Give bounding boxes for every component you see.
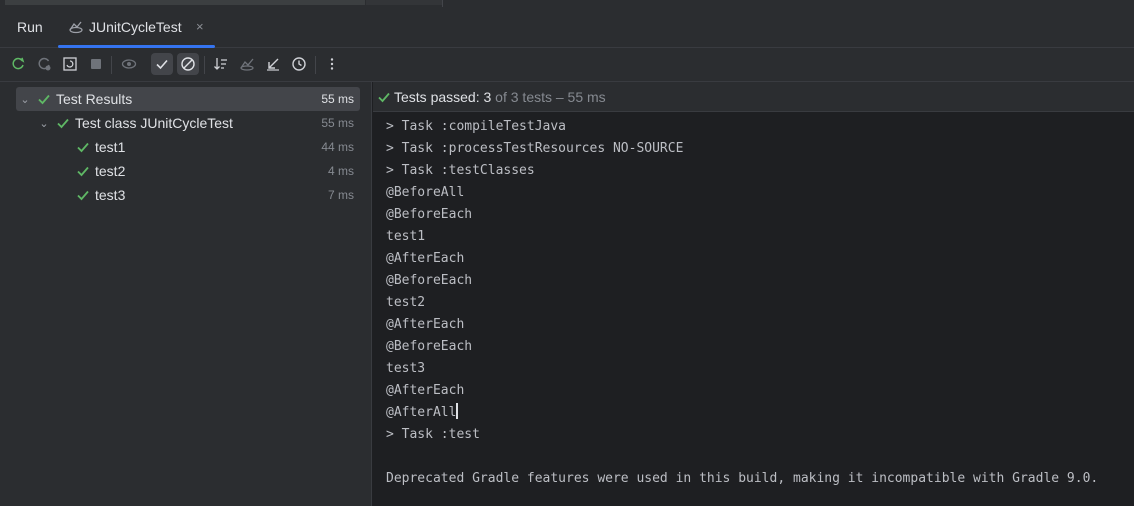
passed-check-icon: [378, 92, 390, 103]
tool-window-tabbar: Run JUnitCycleTest ×: [0, 7, 1134, 48]
show-ignored-icon[interactable]: [118, 53, 140, 75]
passed-check-icon: [77, 166, 89, 177]
toolbar-separator: [204, 56, 205, 74]
tree-row-time: 44 ms: [321, 140, 354, 154]
divider: [442, 0, 443, 7]
sort-icon[interactable]: [210, 53, 232, 75]
console-line: @BeforeEach: [386, 339, 473, 354]
import-tests-icon[interactable]: [236, 53, 258, 75]
show-ignored-toggle-icon[interactable]: [177, 53, 199, 75]
console-line: @BeforeEach: [386, 207, 473, 222]
junit-run-config-icon: [68, 20, 84, 34]
console-panel: Tests passed: 3 of 3 tests – 55 ms > Tas…: [373, 82, 1134, 506]
console-line: @AfterEach: [386, 251, 465, 266]
tree-row-time: 55 ms: [321, 92, 354, 106]
tree-row-label: test3: [95, 187, 126, 203]
console-line: @AfterEach: [386, 383, 465, 398]
tree-row-test-results[interactable]: ⌄ Test Results 55 ms: [16, 87, 360, 111]
close-icon[interactable]: ×: [196, 19, 204, 34]
console-line: > Task :testClasses: [386, 163, 535, 178]
console-line: @AfterAll: [386, 403, 458, 420]
expand-icon[interactable]: [262, 53, 284, 75]
top-strip: [0, 0, 1134, 7]
tree-row-time: 4 ms: [327, 164, 354, 178]
tree-row-test1[interactable]: test1 44 ms: [16, 135, 360, 159]
toolbar-separator: [315, 56, 316, 74]
console-line: test3: [386, 361, 426, 376]
test-runner-toolbar: [0, 48, 1134, 82]
console-line: test1: [386, 229, 426, 244]
console-line: > Task :compileTestJava: [386, 119, 567, 134]
console-line: @AfterEach: [386, 317, 465, 332]
console-output[interactable]: > Task :compileTestJava > Task :processTe…: [386, 116, 1098, 490]
tree-row-test2[interactable]: test2 4 ms: [16, 159, 360, 183]
tree-row-label: Test Results: [56, 91, 133, 107]
show-passed-icon[interactable]: [151, 53, 173, 75]
scroll-segment: [366, 0, 442, 5]
test-tree-panel: ⌄ Test Results 55 ms ⌄ Test class JUnitC…: [0, 82, 372, 506]
tree-row-time: 7 ms: [327, 188, 354, 202]
tree-row-test-class[interactable]: ⌄ Test class JUnitCycleTest 55 ms: [16, 111, 360, 135]
passed-check-icon: [77, 190, 89, 201]
console-line: Deprecated Gradle features were used in …: [386, 471, 1099, 486]
console-line: > Task :processTestResources NO-SOURCE: [386, 141, 684, 156]
tree-row-label: test2: [95, 163, 126, 179]
more-icon[interactable]: [321, 53, 343, 75]
test-status-bar: Tests passed: 3 of 3 tests – 55 ms: [373, 82, 1134, 112]
passed-check-icon: [38, 94, 50, 105]
tree-row-label: test1: [95, 139, 126, 155]
history-icon[interactable]: [288, 53, 310, 75]
console-line: @BeforeAll: [386, 185, 465, 200]
rerun-failed-icon[interactable]: [33, 53, 55, 75]
scroll-thumb[interactable]: [5, 0, 365, 5]
rerun-icon[interactable]: [7, 53, 29, 75]
console-line: test2: [386, 295, 426, 310]
passed-check-icon: [57, 118, 69, 129]
passed-check-icon: [77, 142, 89, 153]
status-suffix: of 3 tests – 55 ms: [491, 89, 606, 105]
tab-label: JUnitCycleTest: [89, 19, 182, 35]
stop-icon[interactable]: [85, 53, 107, 75]
tree-row-label: Test class JUnitCycleTest: [75, 115, 233, 131]
text-caret: [456, 403, 458, 419]
toggle-auto-test-icon[interactable]: [59, 53, 81, 75]
run-tool-title[interactable]: Run: [17, 19, 43, 35]
tab-junitcycletest[interactable]: JUnitCycleTest ×: [58, 7, 215, 48]
tree-row-time: 55 ms: [321, 116, 354, 130]
console-line: > Task :test: [386, 427, 480, 442]
chevron-down-icon[interactable]: ⌄: [38, 117, 50, 130]
tree-row-test3[interactable]: test3 7 ms: [16, 183, 360, 207]
console-line: @BeforeEach: [386, 273, 473, 288]
test-status-text: Tests passed: 3 of 3 tests – 55 ms: [394, 89, 606, 105]
status-prefix: Tests passed:: [394, 89, 484, 105]
toolbar-separator: [111, 56, 112, 74]
chevron-down-icon[interactable]: ⌄: [19, 93, 31, 106]
